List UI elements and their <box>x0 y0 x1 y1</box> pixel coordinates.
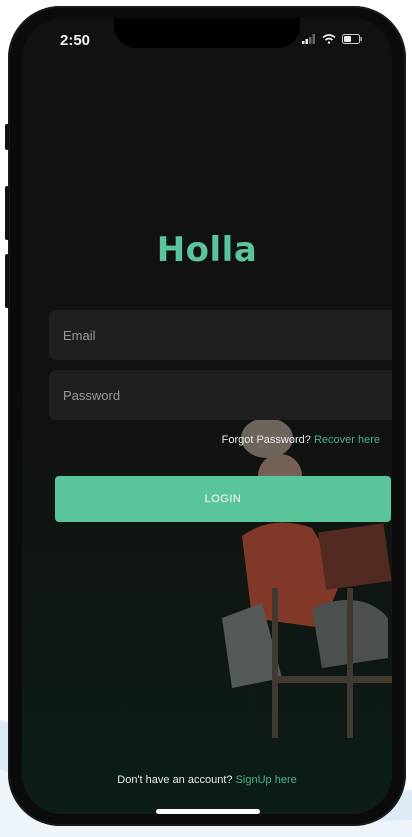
home-indicator[interactable] <box>156 809 260 814</box>
signup-link[interactable]: SignUp here <box>236 774 297 786</box>
mute-switch <box>5 124 9 150</box>
password-field[interactable] <box>49 370 392 420</box>
signal-icon <box>302 34 315 44</box>
signup-row: Don't have an account? SignUp here <box>22 774 392 786</box>
recover-link[interactable]: Recover here <box>314 434 380 446</box>
reading-person-illustration <box>222 418 392 738</box>
notch <box>114 18 300 48</box>
status-icons <box>302 34 362 44</box>
email-field[interactable] <box>49 310 392 360</box>
phone-frame: 2:50 Holla Email Forgot Password? Recove… <box>5 6 406 826</box>
app-logo: Holla <box>156 230 258 270</box>
forgot-password-row: Forgot Password? Recover here <box>222 434 380 446</box>
volume-up-button <box>5 186 9 240</box>
forgot-password-text: Forgot Password? <box>221 434 311 446</box>
volume-down-button <box>5 254 9 308</box>
signup-prompt: Don't have an account? <box>117 774 233 786</box>
battery-icon <box>342 34 362 44</box>
wifi-icon <box>322 34 336 44</box>
login-button[interactable]: LOGIN <box>55 476 391 522</box>
screen: 2:50 Holla Email Forgot Password? Recove… <box>22 18 392 814</box>
status-time: 2:50 <box>60 32 91 49</box>
